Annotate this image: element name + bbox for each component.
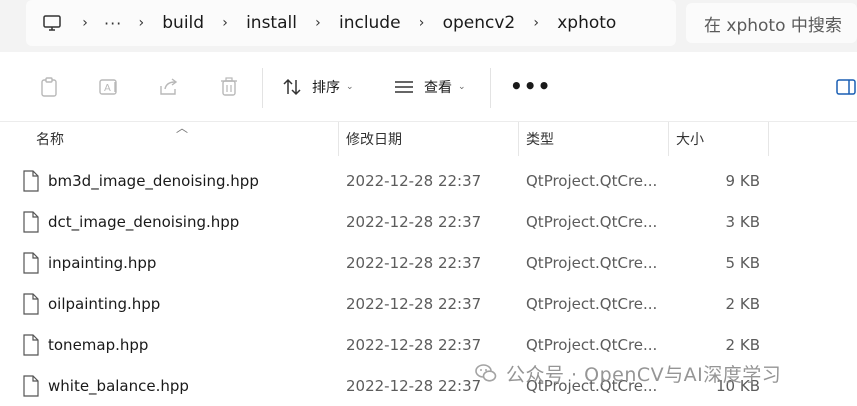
file-name-cell: bm3d_image_denoising.hpp (22, 160, 259, 201)
file-name: oilpainting.hpp (48, 294, 161, 313)
watermark-text: 公众号 · OpenCV与AI深度学习 (506, 363, 782, 386)
column-type[interactable]: 类型 (516, 122, 666, 156)
file-date: 2022-12-28 22:37 (346, 253, 482, 272)
chevron-down-icon: ⌄ (346, 82, 354, 92)
clipboard-icon[interactable] (38, 76, 60, 98)
file-icon (23, 169, 39, 192)
breadcrumb-include[interactable]: include (331, 13, 409, 33)
chevron-down-icon: ⌄ (458, 82, 466, 92)
breadcrumb-opencv2[interactable]: opencv2 (435, 13, 524, 33)
file-name-cell: white_balance.hpp (22, 365, 189, 406)
chevron-right-icon[interactable]: › (305, 15, 331, 31)
sort-button[interactable]: 排序 ⌄ (282, 74, 354, 100)
command-bar: A 排序 ⌄ 查看 ⌄ ••• (0, 52, 857, 122)
table-row[interactable]: oilpainting.hpp 2022-12-28 22:37 QtProje… (0, 283, 857, 324)
sort-label: 排序 (312, 80, 340, 96)
file-size: 3 KB (725, 212, 760, 231)
file-date: 2022-12-28 22:37 (346, 376, 482, 395)
wechat-icon (475, 364, 497, 382)
view-icon (394, 79, 414, 95)
table-row[interactable]: inpainting.hpp 2022-12-28 22:37 QtProjec… (0, 242, 857, 283)
chevron-right-icon[interactable]: › (409, 15, 435, 31)
breadcrumb-xphoto[interactable]: xphoto (549, 13, 624, 33)
rename-icon[interactable]: A (98, 76, 120, 98)
breadcrumb-overflow[interactable]: ··· (98, 14, 128, 33)
file-name: inpainting.hpp (48, 253, 157, 272)
breadcrumb-install[interactable]: install (238, 13, 305, 33)
column-header: ︿ 名称 修改日期 类型 大小 (0, 121, 857, 156)
file-type: QtProject.QtCre... (526, 253, 658, 272)
file-size: 2 KB (725, 294, 760, 313)
delete-icon[interactable] (218, 76, 240, 98)
chevron-right-icon[interactable]: › (523, 15, 549, 31)
address-bar: › ··· › build › install › include › open… (0, 0, 857, 52)
toolbar-divider (262, 68, 263, 108)
file-type: QtProject.QtCre... (526, 171, 658, 190)
file-icon (23, 292, 39, 315)
file-name: white_balance.hpp (48, 376, 189, 395)
view-label: 查看 (424, 80, 452, 96)
file-date: 2022-12-28 22:37 (346, 212, 482, 231)
sort-icon (282, 77, 302, 97)
file-name-cell: tonemap.hpp (22, 324, 148, 365)
file-icon (23, 210, 39, 233)
file-date: 2022-12-28 22:37 (346, 171, 482, 190)
file-size: 9 KB (725, 171, 760, 190)
breadcrumb[interactable]: › ··· › build › install › include › open… (26, 0, 676, 46)
table-row[interactable]: dct_image_denoising.hpp 2022-12-28 22:37… (0, 201, 857, 242)
watermark: 公众号 · OpenCV与AI深度学习 (474, 357, 781, 389)
search-input[interactable]: 在 xphoto 中搜索 (686, 3, 857, 43)
file-name: tonemap.hpp (48, 335, 149, 354)
svg-text:A: A (104, 83, 111, 94)
file-name-cell: inpainting.hpp (22, 242, 156, 283)
file-icon (23, 251, 39, 274)
file-name: bm3d_image_denoising.hpp (48, 171, 259, 190)
chevron-right-icon[interactable]: › (212, 15, 238, 31)
file-name-cell: dct_image_denoising.hpp (22, 201, 239, 242)
file-type: QtProject.QtCre... (526, 212, 658, 231)
column-size[interactable]: 大小 (666, 122, 766, 156)
view-button[interactable]: 查看 ⌄ (394, 74, 466, 100)
chevron-right-icon[interactable]: › (128, 15, 154, 31)
column-divider[interactable] (768, 122, 769, 156)
file-date: 2022-12-28 22:37 (346, 335, 482, 354)
chevron-right-icon[interactable]: › (72, 15, 98, 31)
breadcrumb-build[interactable]: build (154, 13, 212, 33)
file-size: 5 KB (725, 253, 760, 272)
more-options-button[interactable]: ••• (510, 74, 551, 98)
file-type: QtProject.QtCre... (526, 294, 658, 313)
file-name: dct_image_denoising.hpp (48, 212, 240, 231)
monitor-icon[interactable] (32, 0, 72, 46)
column-date[interactable]: 修改日期 (336, 122, 516, 156)
toolbar-divider (490, 68, 491, 108)
share-icon[interactable] (158, 76, 180, 98)
details-pane-icon[interactable] (836, 78, 856, 100)
file-name-cell: oilpainting.hpp (22, 283, 160, 324)
table-row[interactable]: bm3d_image_denoising.hpp 2022-12-28 22:3… (0, 160, 857, 201)
file-date: 2022-12-28 22:37 (346, 294, 482, 313)
file-icon (23, 374, 39, 397)
column-name[interactable]: 名称 (26, 122, 338, 156)
file-icon (23, 333, 39, 356)
